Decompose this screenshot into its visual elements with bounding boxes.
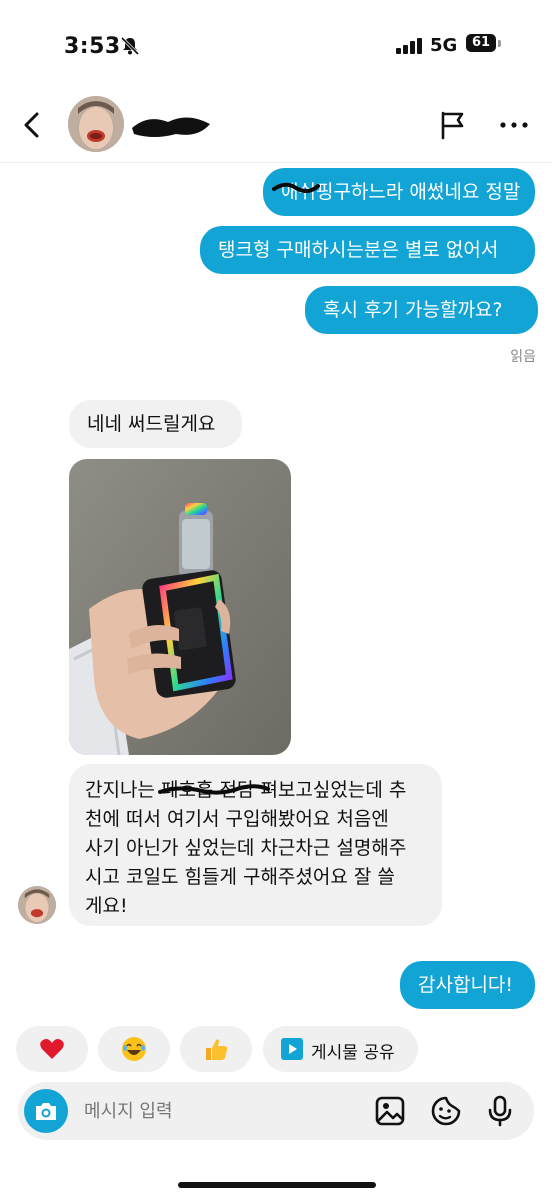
avatar-photo <box>18 886 56 924</box>
bell-slash-icon <box>120 36 140 56</box>
redacted-name-scribble <box>132 117 210 137</box>
more-icon[interactable] <box>498 110 530 140</box>
camera-button[interactable] <box>24 1089 68 1133</box>
avatar-photo <box>68 96 124 152</box>
flag-icon[interactable] <box>438 110 468 140</box>
strikethrough-scribble <box>272 182 320 193</box>
heart-icon <box>40 1039 64 1059</box>
message-text: 혹시 후기 가능할까요? <box>323 299 503 321</box>
message-outgoing[interactable]: 혹시 후기 가능할까요? <box>305 286 538 334</box>
share-post-button[interactable]: 게시물 공유 <box>263 1026 418 1072</box>
home-indicator[interactable] <box>178 1182 376 1188</box>
contact-avatar[interactable] <box>68 96 124 152</box>
play-icon <box>281 1038 303 1060</box>
battery-level: 61 <box>466 34 496 52</box>
message-text: 네네 써드릴게요 <box>87 413 216 435</box>
image-icon[interactable] <box>374 1095 406 1127</box>
message-text: 탱크형 구매하시는분은 별로 없어서 <box>218 239 499 261</box>
chat-header <box>0 90 552 163</box>
message-line: 시고 코일도 힘들게 구해주셨어요 잘 쓸 <box>85 866 395 888</box>
battery-tip <box>498 40 501 47</box>
message-line: 천에 떠서 여기서 구입해봤어요 처음엔 <box>85 808 389 830</box>
share-post-label: 게시물 공유 <box>311 1043 395 1063</box>
message-outgoing[interactable]: 탱크형 구매하시는분은 별로 없어서 <box>200 226 535 274</box>
camera-icon <box>36 1103 56 1120</box>
signal-icon <box>396 38 422 54</box>
message-outgoing[interactable]: 감사합니다! <box>400 961 535 1009</box>
status-time: 3:53 <box>64 34 121 59</box>
sticker-icon[interactable] <box>430 1095 462 1127</box>
read-receipt: 읽음 <box>510 349 536 365</box>
network-label: 5G <box>430 35 458 56</box>
message-line: 사기 아닌가 싶었는데 차근차근 설명해주 <box>85 837 407 859</box>
message-incoming[interactable]: 네네 써드릴게요 <box>69 400 242 448</box>
status-bar: 3:53 5G 61 <box>0 0 552 90</box>
battery-indicator: 61 <box>466 34 502 54</box>
photo-vape-device <box>69 459 291 755</box>
mic-icon[interactable] <box>484 1095 516 1127</box>
back-icon[interactable] <box>18 110 46 140</box>
quick-reactions: 게시물 공유 <box>0 1026 552 1072</box>
quick-thumbs-up-button[interactable] <box>180 1026 252 1072</box>
contact-avatar-small[interactable] <box>18 886 56 924</box>
quick-laugh-button[interactable] <box>98 1026 170 1072</box>
strikethrough-scribble <box>158 784 270 795</box>
message-text: 감사합니다! <box>418 974 514 996</box>
quick-heart-button[interactable] <box>16 1026 88 1072</box>
laugh-emoji-icon <box>122 1037 146 1061</box>
thumbs-up-icon <box>206 1039 228 1060</box>
message-input[interactable] <box>84 1096 364 1126</box>
message-photo[interactable] <box>69 459 291 755</box>
message-composer <box>18 1082 534 1140</box>
message-line: 게요! <box>85 895 128 917</box>
